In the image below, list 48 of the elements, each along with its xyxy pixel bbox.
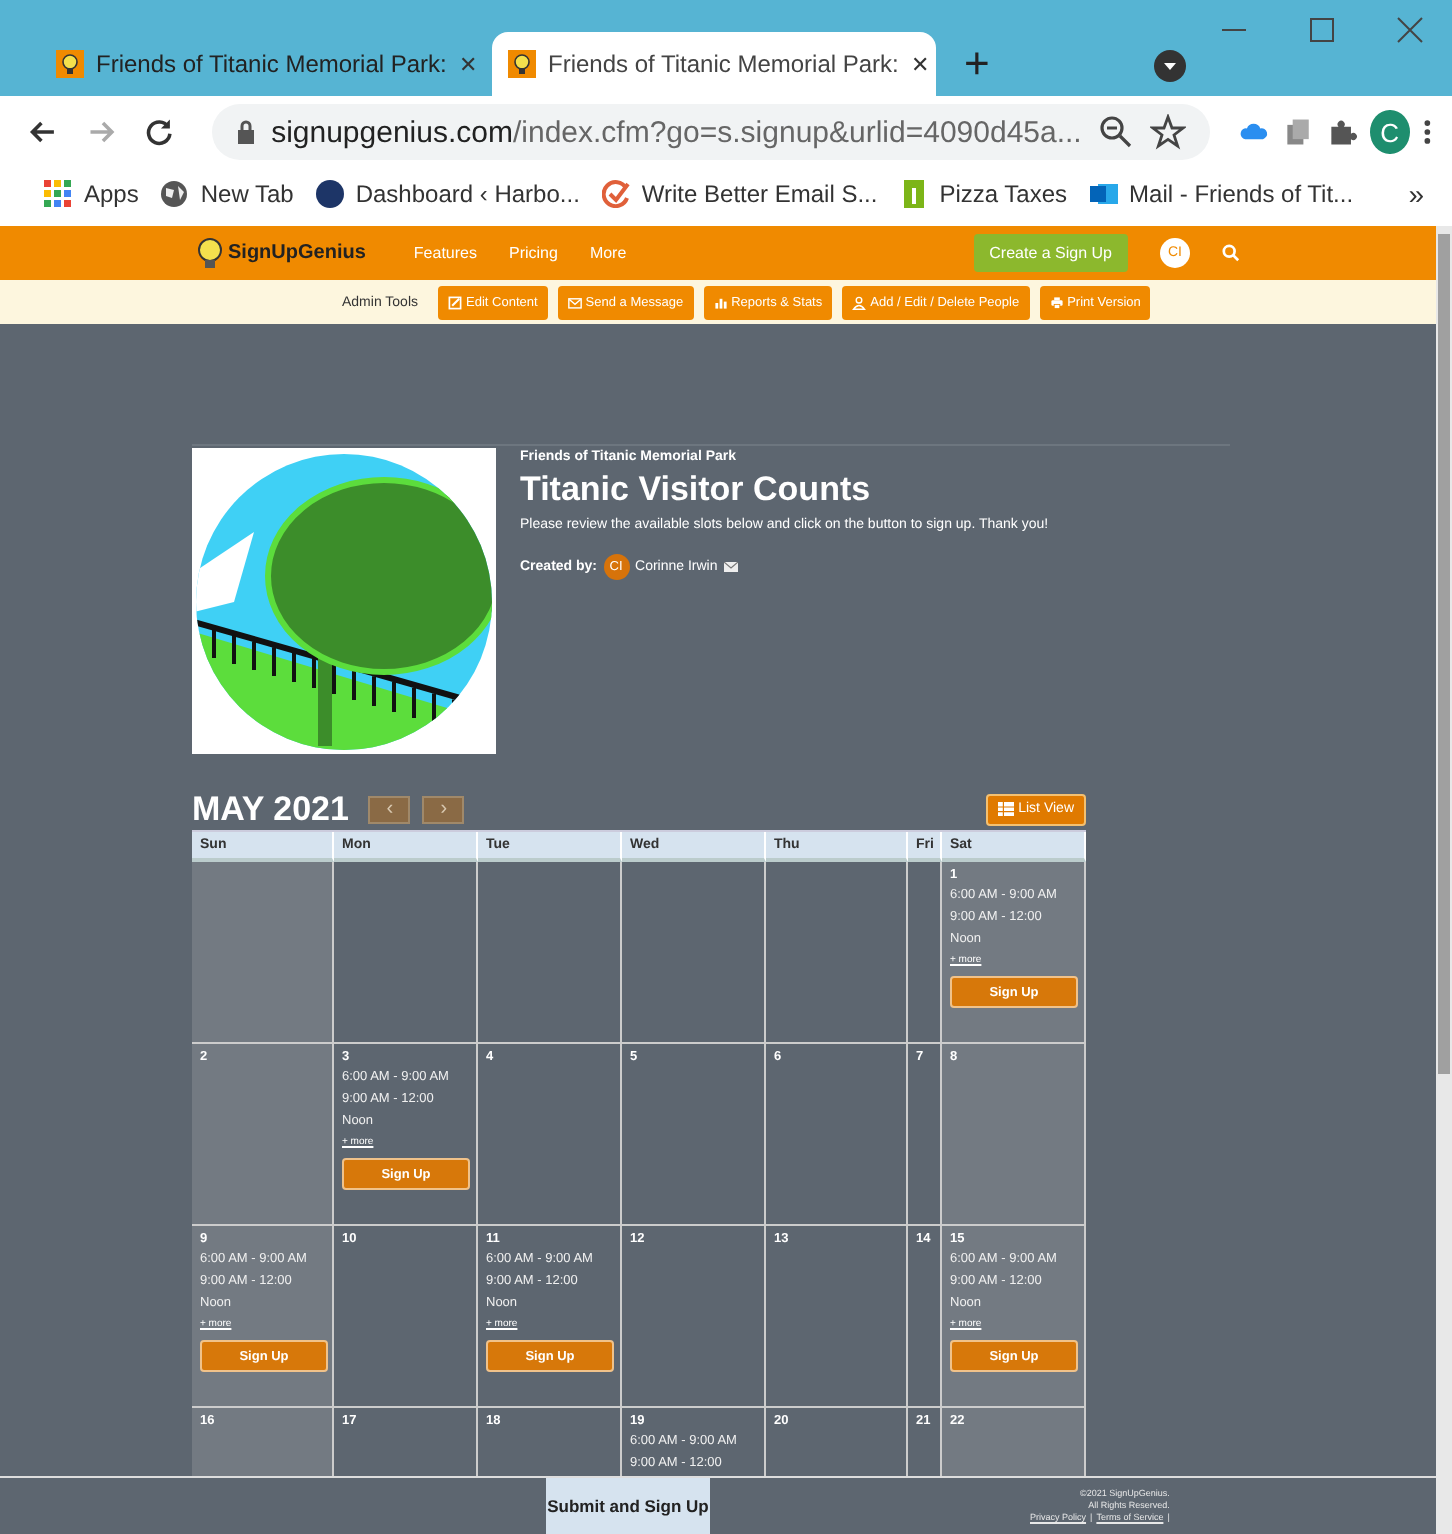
browser-tab[interactable]: Friends of Titanic Memorial Park: ✕ <box>492 32 936 96</box>
calendar-month: MAY 2021 <box>192 789 349 829</box>
menu-icon[interactable] <box>1421 114 1432 150</box>
bookmark-link[interactable]: Dashboard ‹ Harbo... <box>315 180 580 208</box>
zoom-out-icon[interactable] <box>1097 114 1134 150</box>
address-bar[interactable]: signupgenius.com/index.cfm?go=s.signup&urlid=4090d45a... <box>211 104 1210 160</box>
globe-icon <box>160 180 189 208</box>
lightbulb-favicon-icon <box>508 50 536 78</box>
apps-grid-icon <box>44 180 72 208</box>
browser-tab[interactable]: Friends of Titanic Memorial Park: ✕ <box>40 32 484 96</box>
signup-title: Titanic Visitor Counts <box>520 470 873 510</box>
profile-avatar[interactable]: C <box>1370 110 1410 154</box>
printer-icon <box>1049 295 1064 309</box>
lightbulb-favicon-icon <box>56 50 84 78</box>
bookmark-link[interactable]: New Tab <box>160 180 294 208</box>
site-logo-text[interactable]: SignUpGenius <box>228 242 366 264</box>
new-tab-button[interactable]: + <box>944 32 1010 96</box>
envelope-icon <box>567 295 582 309</box>
person-icon <box>852 295 867 309</box>
lightbulb-icon <box>196 235 224 271</box>
document-icon <box>899 180 928 208</box>
envelope-icon[interactable] <box>723 561 738 572</box>
maximize-icon[interactable] <box>1308 16 1336 44</box>
submit-button[interactable]: Submit and Sign Up <box>546 1478 710 1534</box>
bookmark-link[interactable]: Mail - Friends of Tit... <box>1089 180 1354 208</box>
star-icon[interactable] <box>1149 114 1186 150</box>
table-icon <box>998 802 1015 816</box>
copy-pages-icon[interactable] <box>1281 114 1314 150</box>
nav-link[interactable]: Pricing <box>508 244 558 262</box>
bookmark-link[interactable]: Write Better Email S... <box>601 180 878 208</box>
previous-month-button[interactable]: ‹ <box>368 795 411 823</box>
bookmark-link[interactable]: Apps <box>44 180 139 208</box>
nav-link[interactable]: Features <box>413 244 477 262</box>
next-month-button[interactable]: › <box>422 795 465 823</box>
circle-logo-icon <box>315 180 344 208</box>
bar-chart-icon <box>713 295 728 309</box>
create-signup-button[interactable]: Create a Sign Up <box>973 234 1128 272</box>
mail-icon <box>1089 180 1118 208</box>
tab-close-icon[interactable]: ✕ <box>910 51 929 77</box>
nav-link[interactable]: More <box>589 244 627 262</box>
tab-search-icon[interactable] <box>1154 50 1186 82</box>
pencil-square-icon <box>448 295 463 309</box>
more-bookmarks-button[interactable]: » <box>1396 176 1436 212</box>
check-circle-icon <box>601 180 630 208</box>
scrollbar-thumb[interactable] <box>1438 234 1450 1074</box>
tab-close-icon[interactable]: ✕ <box>458 51 477 77</box>
bookmark-link[interactable]: Pizza Taxes <box>899 180 1068 208</box>
close-icon[interactable] <box>1396 16 1424 44</box>
